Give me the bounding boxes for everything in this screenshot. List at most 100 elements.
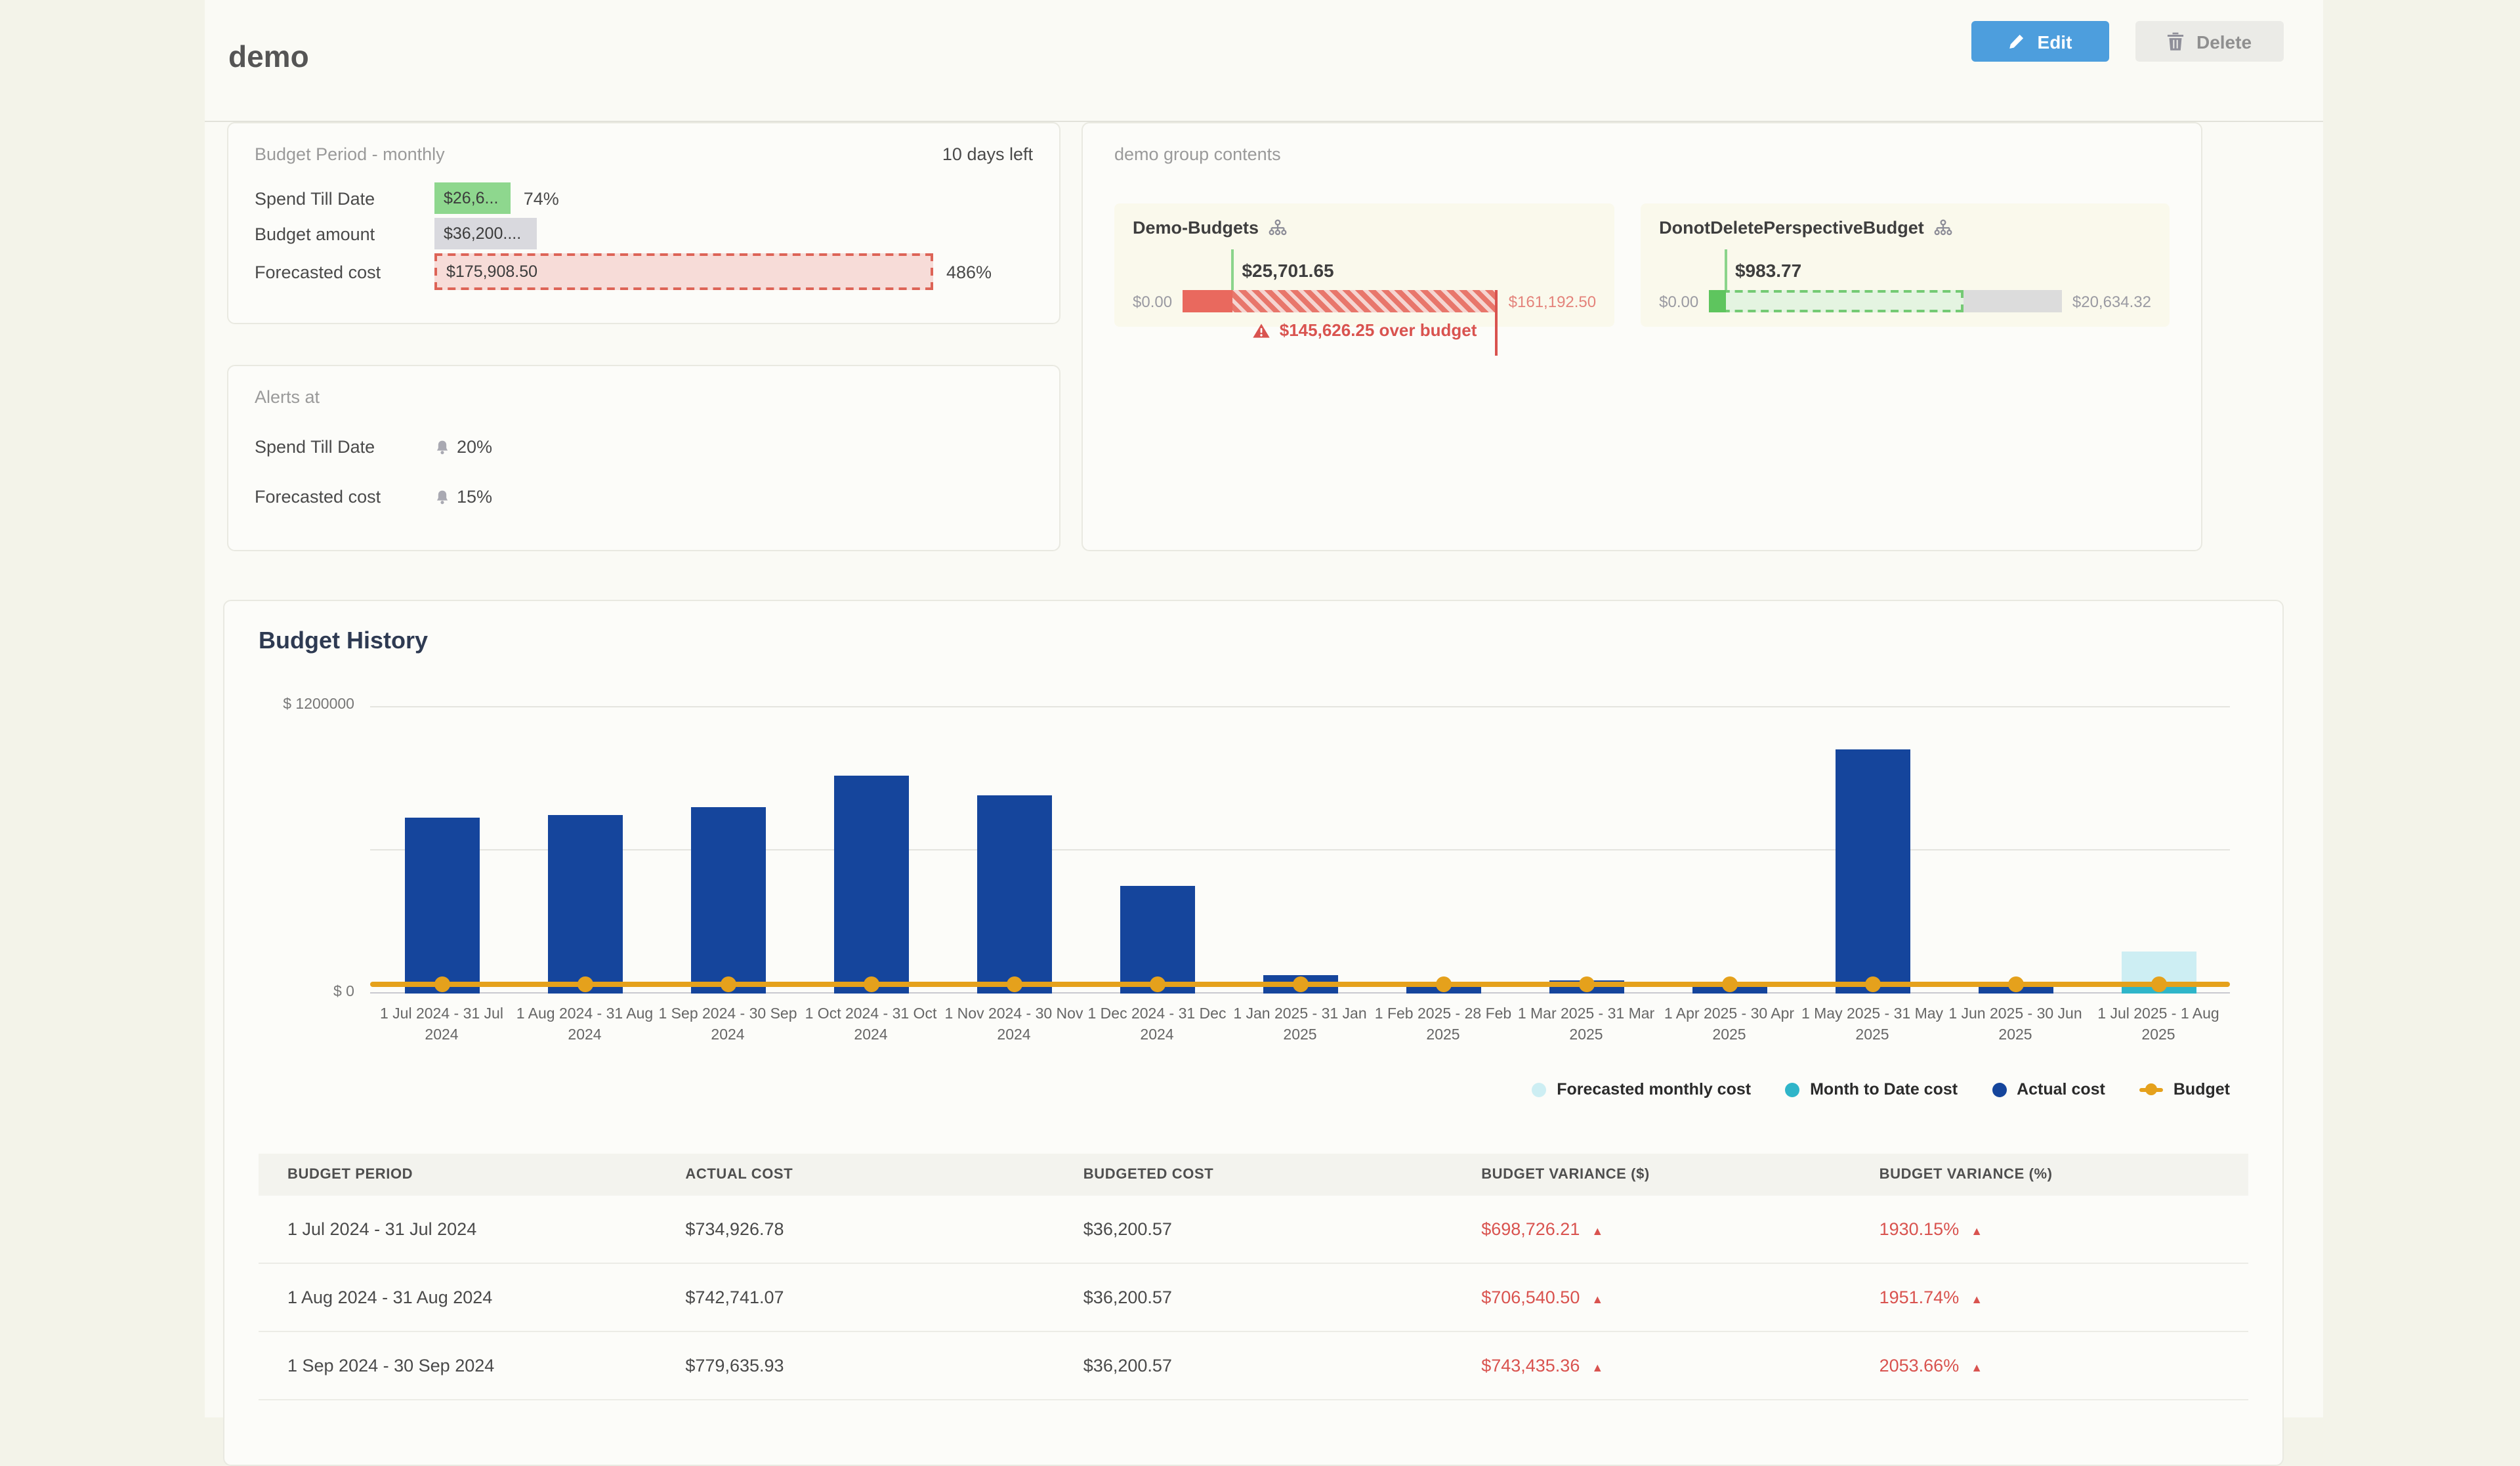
gauge-marker xyxy=(1725,249,1727,290)
delete-button[interactable]: Delete xyxy=(2135,21,2284,62)
legend-label: Actual cost xyxy=(2017,1080,2105,1099)
gauge-forecast-region xyxy=(1709,290,1963,312)
cell-budgeted-cost: $36,200.57 xyxy=(1055,1288,1452,1307)
sitemap-icon xyxy=(1933,219,1953,237)
forecasted-cost-bar: $175,908.50 xyxy=(434,253,933,290)
page: demo Edit Delete Budget Period - monthly… xyxy=(0,0,2520,1417)
cell-variance-pct: 2053.66%▲ xyxy=(1851,1356,2248,1375)
gauge-bar: $25,701.65 xyxy=(1183,290,1498,312)
edit-button[interactable]: Edit xyxy=(1971,21,2109,62)
row-label: Forecasted cost xyxy=(255,262,434,282)
group-contents-panel: demo group contents Demo-Budgets $0.00 xyxy=(1082,122,2202,551)
budget-period-card: Budget Period - monthly 10 days left Spe… xyxy=(227,122,1060,324)
alert-threshold: 20% xyxy=(457,437,492,457)
cell-budget-period: 1 Jul 2024 - 31 Jul 2024 xyxy=(259,1219,656,1239)
edit-button-label: Edit xyxy=(2038,31,2072,52)
chart-category-slot: 1 May 2025 - 31 May 2025 xyxy=(1801,706,1944,994)
spend-till-date-row: Spend Till Date $26,6... 74% xyxy=(255,181,1033,215)
cell-variance-usd: $743,435.36▲ xyxy=(1452,1356,1850,1375)
gauge-marker xyxy=(1231,249,1234,290)
x-axis-label: 1 Apr 2025 - 30 Apr 2025 xyxy=(1652,1005,1807,1046)
group-contents-title: demo group contents xyxy=(1114,144,2170,164)
table-row: 1 Sep 2024 - 30 Sep 2024$779,635.93$36,2… xyxy=(259,1332,2248,1400)
alert-forecast-row: Forecasted cost 15% xyxy=(255,487,1033,507)
chart-legend: Forecasted monthly cost Month to Date cos… xyxy=(259,1080,2230,1099)
budget-point xyxy=(577,977,593,993)
x-axis-label: 1 Jun 2025 - 30 Jun 2025 xyxy=(1938,1005,2093,1046)
over-budget-text: $145,626.25 over budget xyxy=(1280,320,1477,340)
budget-marker-icon xyxy=(2139,1087,2163,1091)
alerts-title: Alerts at xyxy=(255,387,1033,407)
warning-icon xyxy=(1252,322,1270,338)
budget-point xyxy=(1006,977,1022,993)
chart-category-slot: 1 Nov 2024 - 30 Nov 2024 xyxy=(942,706,1085,994)
budget-gauge-demo-budgets[interactable]: Demo-Budgets $0.00 $25,701.65 xyxy=(1114,203,1614,327)
budget-point xyxy=(863,977,879,993)
gauge-value: $983.77 xyxy=(1735,260,1801,281)
budget-point xyxy=(1721,977,1737,993)
chart-category-slot: 1 Jan 2025 - 31 Jan 2025 xyxy=(1228,706,1372,994)
budget-point xyxy=(2007,977,2023,993)
cell-actual-cost: $734,926.78 xyxy=(656,1219,1054,1239)
cell-variance-pct: 1951.74%▲ xyxy=(1851,1288,2248,1307)
x-axis-label: 1 May 2025 - 31 May 2025 xyxy=(1795,1005,1950,1046)
budget-name: Demo-Budgets xyxy=(1133,218,1259,238)
alert-label: Spend Till Date xyxy=(255,437,434,457)
budget-history-table: BUDGET PERIODACTUAL COSTBUDGETED COSTBUD… xyxy=(259,1154,2248,1400)
content-panel: demo Edit Delete Budget Period - monthly… xyxy=(205,0,2323,1417)
budget-point xyxy=(2151,977,2166,993)
x-axis-label: 1 Jul 2025 - 1 Aug 2025 xyxy=(2081,1005,2236,1046)
budget-name: DonotDeletePerspectiveBudget xyxy=(1659,218,1924,238)
sitemap-icon xyxy=(1268,219,1288,237)
x-axis-label: 1 Feb 2025 - 28 Feb 2025 xyxy=(1366,1005,1521,1046)
alert-label: Forecasted cost xyxy=(255,487,434,507)
budget-point xyxy=(1149,977,1165,993)
pencil-icon xyxy=(2009,33,2026,50)
cell-actual-cost: $742,741.07 xyxy=(656,1288,1054,1307)
budget-gauge-donotdelete[interactable]: DonotDeletePerspectiveBudget $0.00 $983.… xyxy=(1641,203,2170,327)
gauge-min-label: $0.00 xyxy=(1659,292,1698,310)
x-axis-label: 1 Dec 2024 - 31 Dec 2024 xyxy=(1080,1005,1234,1046)
legend-label: Budget xyxy=(2174,1080,2230,1099)
actual-cost-bar xyxy=(690,806,765,994)
legend-item-forecasted-monthly-cost[interactable]: Forecasted monthly cost xyxy=(1532,1080,1751,1099)
alert-threshold: 15% xyxy=(457,487,492,507)
table-row: 1 Aug 2024 - 31 Aug 2024$742,741.07$36,2… xyxy=(259,1264,2248,1332)
chart-category-slot: 1 Jul 2024 - 31 Jul 2024 xyxy=(370,706,513,994)
chart-category-slot: 1 Jun 2025 - 30 Jun 2025 xyxy=(1944,706,2087,994)
actual-cost-bar xyxy=(833,776,908,994)
budget-point xyxy=(1292,977,1308,993)
gauge-value: $25,701.65 xyxy=(1242,260,1334,281)
y-axis-label-max: $ 1200000 xyxy=(236,697,354,713)
gauge-bar: $983.77 xyxy=(1709,290,2062,312)
chart-category-slot: 1 Oct 2024 - 31 Oct 2024 xyxy=(799,706,942,994)
legend-item-month-to-date-cost[interactable]: Month to Date cost xyxy=(1785,1080,1958,1099)
legend-item-actual-cost[interactable]: Actual cost xyxy=(1992,1080,2105,1099)
row-label: Spend Till Date xyxy=(255,188,434,208)
table-header-cell: BUDGET PERIOD xyxy=(259,1167,656,1183)
actual-cost-bar xyxy=(1835,750,1910,994)
gauge-min-label: $0.00 xyxy=(1133,292,1172,310)
cell-variance-usd: $698,726.21▲ xyxy=(1452,1219,1850,1239)
alert-spend-row: Spend Till Date 20% xyxy=(255,437,1033,457)
up-triangle-icon: ▲ xyxy=(1971,1361,1983,1374)
x-axis-label: 1 Aug 2024 - 31 Aug 2024 xyxy=(507,1005,662,1046)
cell-variance-usd: $706,540.50▲ xyxy=(1452,1288,1850,1307)
chart-category-slot: 1 Jul 2025 - 1 Aug 2025 xyxy=(2087,706,2230,994)
gauge-spend-segment xyxy=(1183,290,1232,312)
cell-budgeted-cost: $36,200.57 xyxy=(1055,1219,1452,1239)
budget-period-title: Budget Period - monthly xyxy=(255,144,445,164)
over-budget-note: $145,626.25 over budget xyxy=(1133,320,1596,340)
budget-point xyxy=(720,977,736,993)
legend-item-budget[interactable]: Budget xyxy=(2139,1080,2230,1099)
table-header-cell: BUDGETED COST xyxy=(1055,1167,1452,1183)
table-header-cell: ACTUAL COST xyxy=(656,1167,1054,1183)
table-header-cell: BUDGET VARIANCE ($) xyxy=(1452,1167,1850,1183)
cell-variance-pct: 1930.15%▲ xyxy=(1851,1219,2248,1239)
delete-button-label: Delete xyxy=(2196,31,2252,52)
budget-amount-row: Budget amount $36,200.... xyxy=(255,217,1033,251)
gauge-max-label: $161,192.50 xyxy=(1509,292,1596,310)
budget-point xyxy=(434,977,450,993)
legend-label: Month to Date cost xyxy=(1810,1080,1958,1099)
x-axis-label: 1 Nov 2024 - 30 Nov 2024 xyxy=(936,1005,1091,1046)
